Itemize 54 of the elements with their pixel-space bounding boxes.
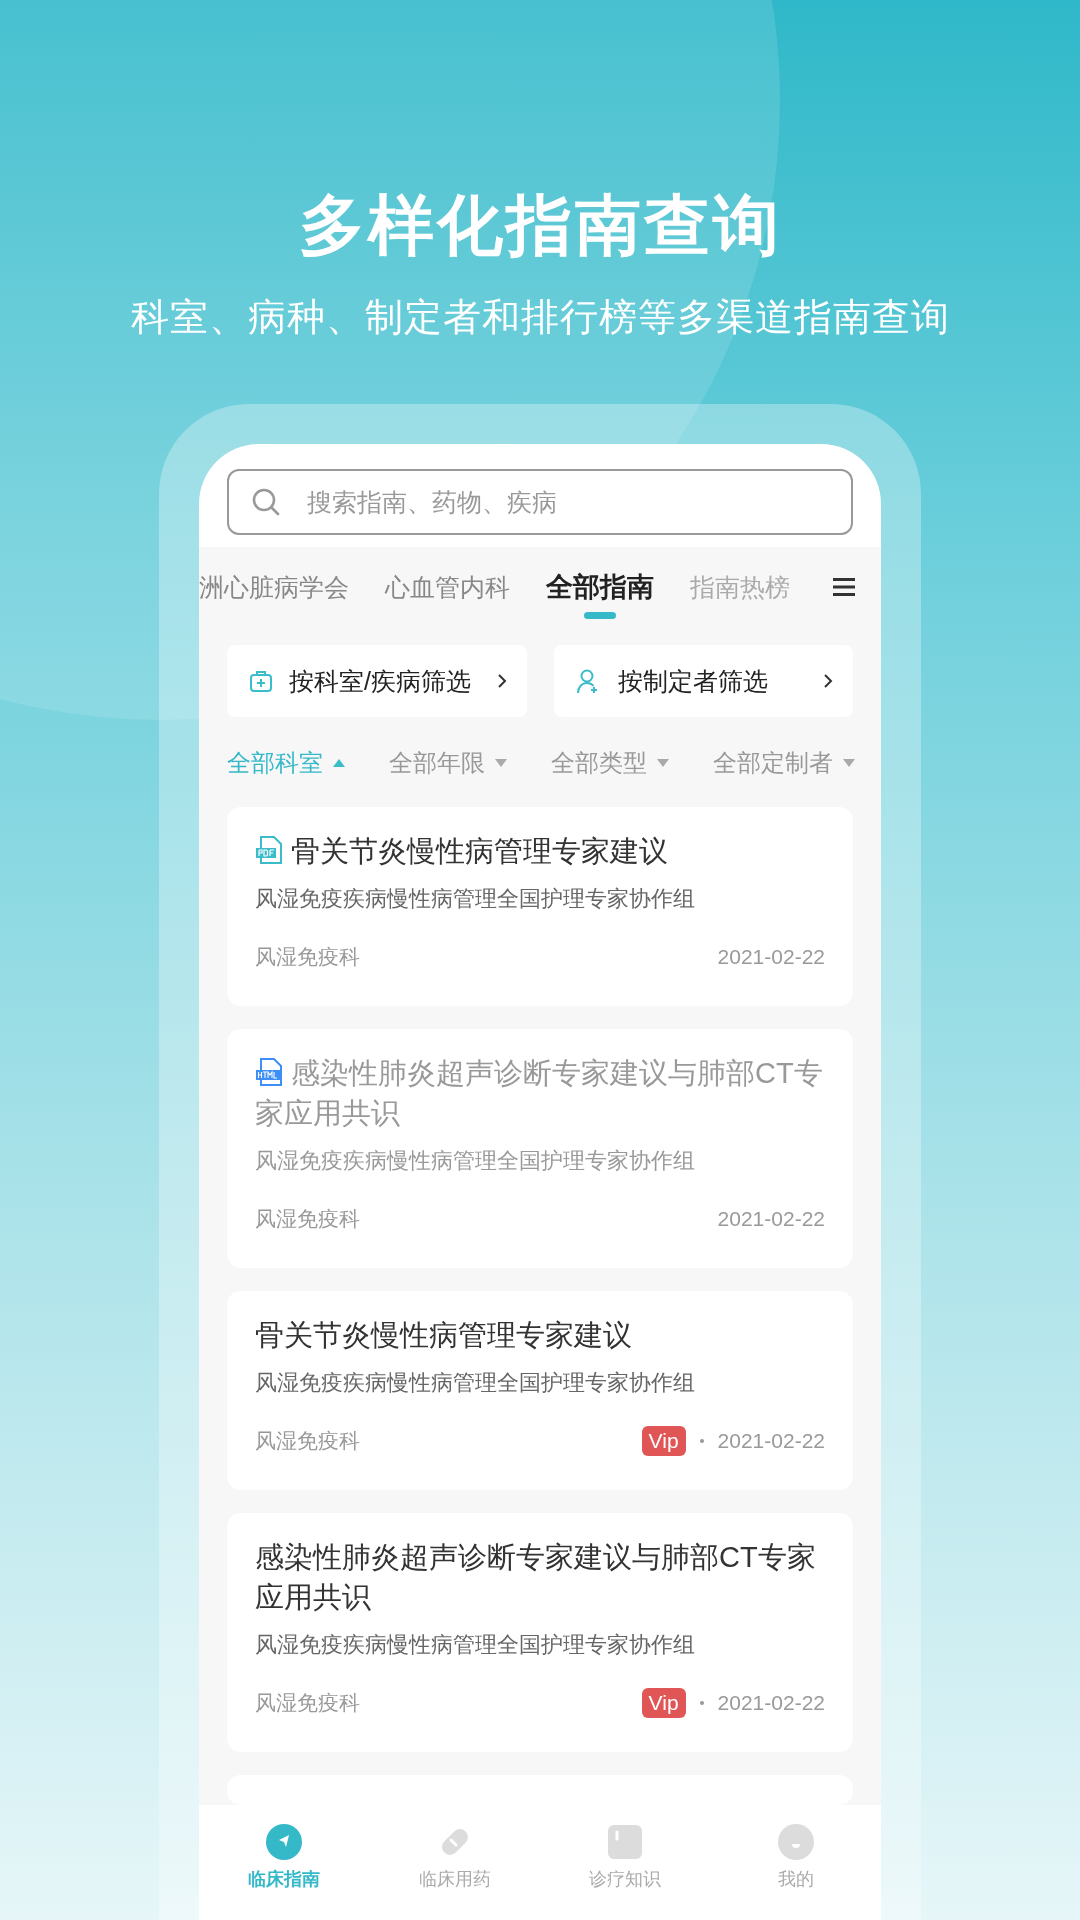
tab[interactable]: 心血管内科 (385, 569, 510, 619)
caret-up-icon (333, 759, 345, 767)
headline: 多样化指南查询 (297, 187, 783, 264)
nav-item[interactable]: 我的 (710, 1805, 881, 1920)
dropdown[interactable]: 全部定制者 (713, 743, 855, 783)
tab[interactable]: 指南热榜 (690, 569, 790, 619)
guideline-card[interactable]: 骨关节炎慢性病管理专家建议 风湿免疫疾病慢性病管理全国护理专家协作组 风湿免疫科 Vip 2021-02-22 (227, 1291, 853, 1490)
guideline-title: 感染性肺炎超声诊断专家建议与肺部CT专家应用共识 (255, 1540, 817, 1615)
caret-down-icon (657, 759, 669, 767)
guideline-card[interactable]: 感染性肺炎超声诊断专家建议与肺部CT专家应用共识 风湿免疫疾病慢性病管理全国护理专家协作组 风湿免疫科 2021-02-22 (227, 1029, 853, 1268)
dropdown[interactable]: 全部年限 (389, 743, 507, 783)
chevron-right-icon (823, 673, 833, 689)
filter-button[interactable]: 按制定者筛选 (553, 645, 853, 717)
organization-text: 风湿免疫疾病慢性病管理全国护理专家协作组 (255, 1369, 696, 1397)
organization-text: 风湿免疫疾病慢性病管理全国护理专家协作组 (255, 885, 696, 913)
subheadline: 科室、病种、制定者和排行榜等多渠道指南查询 (129, 295, 951, 340)
nav-item[interactable]: 临床指南 (199, 1805, 370, 1920)
separator-dot (699, 1701, 704, 1705)
nav-item[interactable]: 临床用药 (369, 1805, 540, 1920)
html-file-icon (255, 1058, 283, 1086)
square-icon (606, 1823, 645, 1861)
organization-text: 风湿免疫疾病慢性病管理全国护理专家协作组 (255, 1147, 696, 1175)
department-text: 风湿免疫科 (255, 1690, 360, 1716)
vip-badge: Vip (641, 1688, 686, 1718)
date-text: 2021-02-22 (717, 1206, 825, 1232)
date-text: 2021-02-22 (717, 1690, 825, 1716)
date-text: 2021-02-22 (717, 1428, 825, 1454)
guideline-card[interactable]: 感染性肺炎超声诊断专家建议与肺部CT专家应用共识 风湿免疫疾病慢性病管理全国护理专家协作组 风湿免疫科 Vip 2021-02-22 (227, 1513, 853, 1752)
filter-button[interactable]: 按科室/疾病筛选 (227, 645, 527, 717)
caret-down-icon (495, 759, 507, 767)
guideline-title: 骨关节炎慢性病管理专家建议 (255, 1318, 633, 1353)
department-text: 风湿免疫科 (255, 1206, 360, 1232)
department-text: 风湿免疫科 (255, 944, 360, 970)
medical-kit-icon (249, 669, 273, 693)
dropdown[interactable]: 全部科室 (227, 743, 345, 783)
chevron-right-icon (496, 673, 507, 689)
nav-item[interactable]: 诊疗知识 (540, 1805, 711, 1920)
dropdown[interactable]: 全部类型 (551, 743, 669, 783)
department-text: 风湿免疫科 (255, 1428, 360, 1454)
caret-down-icon (843, 759, 855, 767)
guideline-title: 感染性肺炎超声诊断专家建议与肺部CT专家应用共识 (255, 1056, 824, 1131)
pdf-file-icon (255, 836, 283, 864)
guideline-card[interactable]: 骨关节炎慢性病管理专家建议 风湿免疫疾病慢性病管理全国护理专家协作组 风湿免疫科 2021-02-22 (227, 807, 853, 1006)
vip-badge: Vip (641, 1426, 686, 1456)
search-field[interactable]: 搜索指南、药物、疾病 (227, 469, 853, 535)
tab[interactable]: 洲心脏病学会 (199, 569, 349, 619)
menu-icon[interactable] (833, 578, 855, 596)
face-icon (776, 1823, 815, 1861)
tab[interactable]: 全部指南 (546, 569, 654, 619)
compass-icon (265, 1823, 304, 1861)
separator-dot (699, 1439, 704, 1443)
organization-text: 风湿免疫疾病慢性病管理全国护理专家协作组 (255, 1631, 696, 1659)
date-text: 2021-02-22 (717, 944, 825, 970)
guideline-title: 骨关节炎慢性病管理专家建议 (255, 831, 825, 871)
